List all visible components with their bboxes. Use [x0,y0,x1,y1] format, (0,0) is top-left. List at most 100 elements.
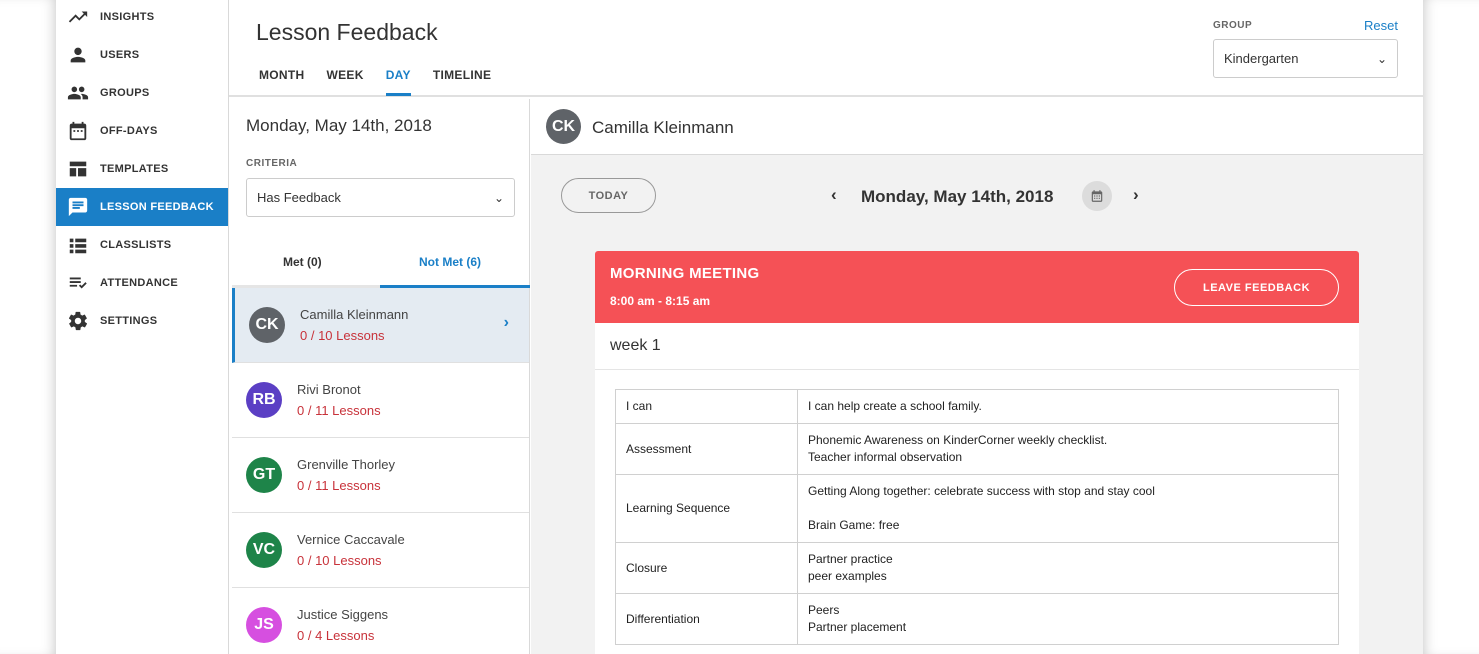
sidebar-item-classlists[interactable]: CLASSLISTS [56,226,228,264]
sidebar-item-users[interactable]: USERS [56,36,228,74]
table-value-line: Teacher informal observation [808,450,963,464]
lesson-title: MORNING MEETING [610,265,760,282]
chevron-left-icon[interactable]: ‹ [831,185,837,205]
sidebar-item-label: GROUPS [100,87,150,99]
reset-link[interactable]: Reset [1364,18,1398,33]
tab-month[interactable]: MONTH [259,68,305,96]
table-row: Learning Sequence Getting Along together… [615,474,1339,543]
group-icon [67,82,89,104]
chevron-right-icon[interactable]: › [1133,185,1139,205]
student-lessons: 0 / 11 Lessons [297,478,381,493]
chevron-down-icon: ⌄ [493,190,504,205]
sidebar-item-label: CLASSLISTS [100,239,172,251]
week-label: week 1 [610,337,661,354]
student-name: Vernice Caccavale [297,532,405,547]
chevron-down-icon: ⌄ [1376,51,1387,66]
table-value-line: Brain Game: free [808,518,900,532]
table-row: I can I can help create a school family. [615,389,1339,424]
table-value-line: Partner practice [808,552,893,566]
table-value-line: Peers [808,603,840,617]
lesson-info-table: I can I can help create a school family.… [615,389,1339,645]
criteria-select-value: Has Feedback [257,190,341,205]
group-select-value: Kindergarten [1224,51,1299,66]
avatar: GT [246,457,282,493]
table-value: Phonemic Awareness on KinderCorner weekl… [797,423,1339,475]
table-value-blank [808,500,1328,517]
calendar-icon [1091,190,1103,202]
sidebar-item-templates[interactable]: TEMPLATES [56,150,228,188]
sidebar-item-groups[interactable]: GROUPS [56,74,228,112]
checklist-icon [67,272,89,294]
tab-not-met[interactable]: Not Met (6) [419,255,481,269]
student-list-panel: Monday, May 14th, 2018 CRITERIA Has Feed… [229,99,530,654]
sidebar-item-label: SETTINGS [100,315,158,327]
student-row[interactable]: GT Grenville Thorley 0 / 11 Lessons [232,438,529,513]
criteria-select[interactable]: Has Feedback ⌄ [246,178,515,217]
table-row: Closure Partner practice peer examples [615,542,1339,594]
list-date: Monday, May 14th, 2018 [246,116,432,135]
table-value: I can help create a school family. [797,389,1339,424]
tab-week[interactable]: WEEK [327,68,364,96]
student-row[interactable]: JS Justice Siggens 0 / 4 Lessons [232,588,529,654]
templates-icon [67,158,89,180]
avatar: JS [246,607,282,643]
table-value: Partner practice peer examples [797,542,1339,594]
table-value: Peers Partner placement [797,593,1339,645]
student-lessons: 0 / 4 Lessons [297,628,375,643]
table-value-line: peer examples [808,569,887,583]
group-select[interactable]: Kindergarten ⌄ [1213,39,1398,78]
sidebar-item-label: ATTENDANCE [100,277,178,289]
table-value: Getting Along together: celebrate succes… [797,474,1339,543]
page-title: Lesson Feedback [256,19,438,45]
calendar-button[interactable] [1082,181,1112,211]
trending-up-icon [67,6,89,28]
tab-day[interactable]: DAY [385,68,411,96]
table-key: I can [615,389,798,424]
leave-feedback-button[interactable]: LEAVE FEEDBACK [1174,269,1339,306]
detail-header: CK Camilla Kleinmann [531,99,1423,155]
sidebar-item-insights[interactable]: INSIGHTS [56,0,228,36]
detail-body: TODAY ‹ Monday, May 14th, 2018 › MORNING… [531,155,1423,654]
tab-met[interactable]: Met (0) [283,255,322,269]
avatar: CK [546,109,581,144]
student-name: Camilla Kleinmann [300,307,409,322]
table-value-line: Getting Along together: celebrate succes… [808,484,1155,498]
sidebar-item-off-days[interactable]: OFF-DAYS [56,112,228,150]
group-label: GROUP [1213,20,1253,31]
student-name: Justice Siggens [297,607,389,622]
detail-date: Monday, May 14th, 2018 [861,187,1054,206]
lesson-time: 8:00 am - 8:15 am [610,294,711,308]
today-button[interactable]: TODAY [561,178,656,213]
sidebar-item-settings[interactable]: SETTINGS [56,302,228,340]
table-row: Differentiation Peers Partner placement [615,593,1339,645]
calendar-icon [67,120,89,142]
table-value-line: Phonemic Awareness on KinderCorner weekl… [808,433,1108,447]
table-key: Differentiation [615,593,798,645]
tab-timeline[interactable]: TIMELINE [433,68,491,96]
student-row[interactable]: CK Camilla Kleinmann 0 / 10 Lessons › [232,288,529,363]
table-key: Assessment [615,423,798,475]
sidebar-item-label: LESSON FEEDBACK [100,201,214,213]
avatar: VC [246,532,282,568]
page-header: Lesson Feedback MONTH WEEK DAY TIMELINE … [229,0,1423,97]
lesson-card: MORNING MEETING 8:00 am - 8:15 am LEAVE … [595,251,1359,654]
student-row[interactable]: VC Vernice Caccavale 0 / 10 Lessons [232,513,529,588]
table-value-line: I can help create a school family. [808,399,982,413]
detail-student-name: Camilla Kleinmann [592,118,734,137]
sidebar-item-label: TEMPLATES [100,163,169,175]
view-tabs: MONTH WEEK DAY TIMELINE [256,68,513,96]
student-lessons: 0 / 10 Lessons [297,553,382,568]
table-row: Assessment Phonemic Awareness on KinderC… [615,423,1339,475]
divider [595,369,1359,370]
sidebar-item-attendance[interactable]: ATTENDANCE [56,264,228,302]
chevron-right-icon: › [503,314,509,331]
student-name: Grenville Thorley [297,457,396,472]
app-window: INSIGHTS USERS GROUPS OFF-DAYS TEMPLATES… [56,0,1423,654]
feedback-icon [67,196,89,218]
person-icon [67,44,89,66]
sidebar-item-lesson-feedback[interactable]: LESSON FEEDBACK [56,188,228,226]
student-row[interactable]: RB Rivi Bronot 0 / 11 Lessons [232,363,529,438]
avatar: RB [246,382,282,418]
backdrop-left [0,0,56,654]
list-icon [67,234,89,256]
